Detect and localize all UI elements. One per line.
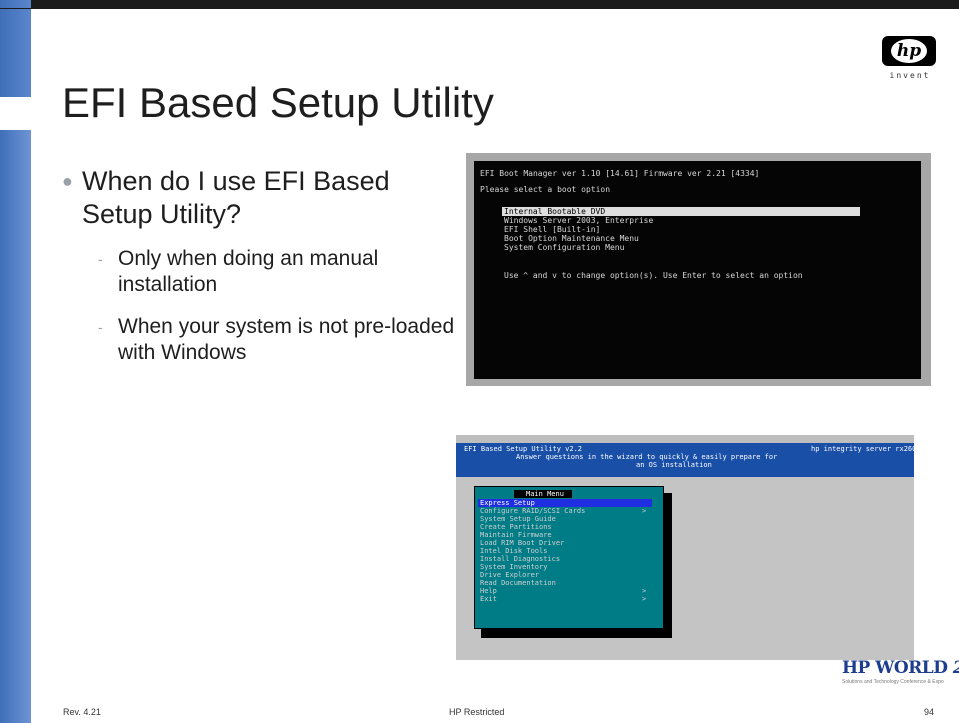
sub-bullet-preloaded-text: When your system is not pre-loaded with …	[118, 315, 455, 364]
hp-world-tagline: Solutions and Technology Conference & Ex…	[842, 679, 944, 685]
sub-bullet-manual: - Only when doing an manual installation	[98, 246, 458, 298]
hp-invent-logo: hp invent	[876, 30, 942, 96]
boot-manager-help: Use ^ and v to change option(s). Use Ent…	[504, 271, 803, 280]
setup-utility-screenshot: EFI Based Setup Utility v2.2 hp integrit…	[456, 435, 921, 660]
bullet-dot-icon: ●	[62, 171, 73, 191]
footer-revision: Rev. 4.21	[63, 707, 101, 717]
submenu-arrow-icon: >	[642, 507, 646, 515]
hp-world-wordmark: HP WORLD 2004	[842, 658, 959, 678]
slide-title: EFI Based Setup Utility	[62, 79, 494, 126]
left-bar-notch	[0, 97, 31, 130]
top-rule	[31, 0, 959, 8]
menu-submenu-arrows: > > >	[642, 507, 646, 603]
boot-manager-screenshot: EFI Boot Manager ver 1.10 [14.61] Firmwa…	[466, 153, 931, 386]
boot-option-5[interactable]: System Configuration Menu	[504, 243, 624, 252]
menu-item-help[interactable]: Help	[480, 588, 497, 595]
setup-utility-server: hp integrity server rx2600	[811, 445, 921, 453]
left-accent-bar-lower	[0, 130, 31, 723]
setup-utility-subheader-2: an OS installation	[636, 461, 712, 469]
menu-item-express-setup[interactable]: Express Setup	[480, 500, 535, 507]
footer-page-number: 94	[924, 707, 935, 717]
boot-manager-prompt: Please select a boot option	[480, 185, 611, 194]
menu-item-create-partitions[interactable]: Create Partitions	[480, 524, 552, 531]
menu-item-exit[interactable]: Exit	[480, 596, 497, 603]
setup-utility-title: EFI Based Setup Utility v2.2	[464, 445, 583, 453]
bullet-question-text: When do I use EFI Based Setup Utility?	[82, 166, 390, 229]
menu-item-drive-explorer[interactable]: Drive Explorer	[480, 572, 539, 579]
boot-option-3[interactable]: EFI Shell [Built-in]	[504, 225, 600, 234]
hp-logo-badge: hp	[882, 36, 936, 66]
dash-icon: -	[98, 251, 103, 267]
top-rule-line	[0, 8, 959, 9]
sub-bullet-preloaded: - When your system is not pre-loaded wit…	[98, 314, 458, 366]
boot-manager-console: EFI Boot Manager ver 1.10 [14.61] Firmwa…	[474, 161, 921, 379]
hp-world-year: 2004	[953, 658, 959, 678]
boot-option-4[interactable]: Boot Option Maintenance Menu	[504, 234, 639, 243]
menu-item-maintain-firmware[interactable]: Maintain Firmware	[480, 532, 552, 539]
menu-item-system-setup-guide[interactable]: System Setup Guide	[480, 516, 556, 523]
menu-item-read-documentation[interactable]: Read Documentation	[480, 580, 556, 587]
bullet-question: ● When do I use EFI Based Setup Utility?	[62, 165, 442, 231]
footer-classification: HP Restricted	[449, 707, 505, 717]
sub-bullet-manual-text: Only when doing an manual installation	[118, 247, 379, 296]
menu-item-install-diagnostics[interactable]: Install Diagnostics	[480, 556, 560, 563]
boot-manager-header: EFI Boot Manager ver 1.10 [14.61] Firmwa…	[480, 169, 760, 178]
submenu-arrow-icon: >	[642, 595, 646, 603]
main-menu-title: Main Menu	[526, 490, 564, 498]
menu-item-intel-disk-tools[interactable]: Intel Disk Tools	[480, 548, 547, 555]
dash-icon: -	[98, 319, 103, 335]
boot-option-2[interactable]: Windows Server 2003, Enterprise	[504, 216, 653, 225]
hp-logo-tagline: invent	[889, 71, 931, 80]
boot-option-1[interactable]: Internal Bootable DVD	[504, 207, 605, 216]
menu-item-system-inventory[interactable]: System Inventory	[480, 564, 547, 571]
hp-world-2004-logo: HP WORLD 2004 Solutions and Technology C…	[842, 658, 959, 698]
submenu-arrow-icon: >	[642, 587, 646, 595]
menu-item-load-rim-boot-driver[interactable]: Load RIM Boot Driver	[480, 540, 564, 547]
menu-item-configure-raid[interactable]: Configure RAID/SCSI Cards	[480, 508, 585, 515]
setup-utility-subheader-1: Answer questions in the wizard to quickl…	[516, 453, 778, 461]
hp-logo-mark: hp	[891, 39, 927, 63]
hp-world-text: HP WORLD	[842, 658, 948, 678]
